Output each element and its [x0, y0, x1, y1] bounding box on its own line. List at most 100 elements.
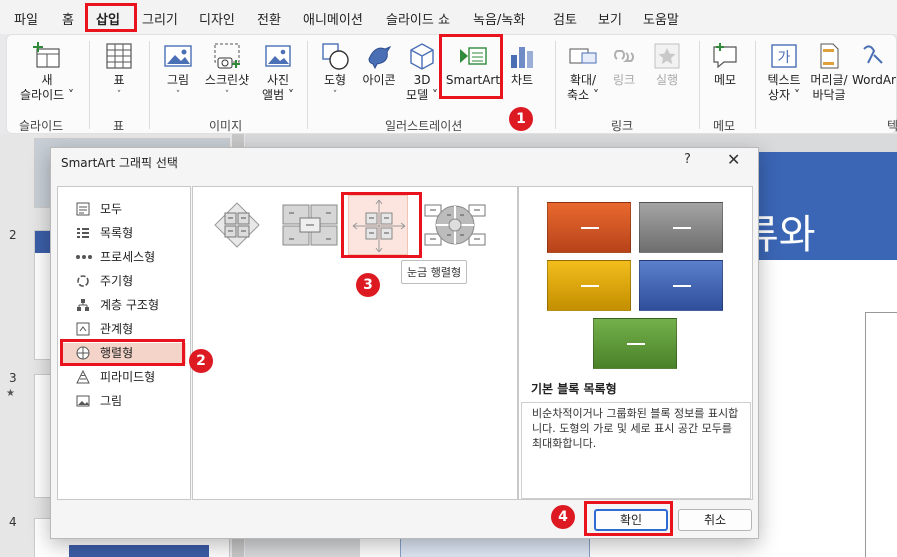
3d-models-label: 3D: [413, 73, 431, 87]
3d-models-button[interactable]: 3D 모델 ˅: [402, 41, 442, 103]
category-label: 모두: [100, 202, 123, 216]
category-matrix[interactable]: 행렬형: [62, 343, 186, 364]
separator: [699, 41, 700, 129]
cycle-icon: [77, 275, 89, 287]
menu-draw[interactable]: 그리기: [142, 9, 178, 28]
menu-review[interactable]: 검토: [553, 9, 577, 28]
table-button[interactable]: 표 ˅: [97, 41, 141, 103]
ribbon: 새 슬라이드 ˅ 표 ˅ 그림 ˅ 스크린샷 ˅ 사진 앨범 ˅ 도형 ˅ 아이…: [6, 34, 897, 134]
picture-category-icon: [76, 395, 90, 407]
preview-block: [593, 318, 677, 369]
matrix-icon: [76, 346, 90, 360]
chevron-down-icon: ˅: [175, 90, 181, 100]
step-badge-2: 2: [189, 349, 213, 373]
category-process[interactable]: 프로세스형: [62, 247, 186, 268]
textbox-label-2: 상자 ˅: [768, 88, 800, 102]
category-cycle[interactable]: 주기형: [62, 271, 186, 292]
smartart-button[interactable]: SmartArt: [443, 41, 503, 88]
grid-matrix-icon: [352, 199, 406, 253]
separator: [149, 41, 150, 129]
group-label-tables: 표: [113, 119, 125, 133]
chart-label: 차트: [510, 73, 534, 87]
menu-animations[interactable]: 애니메이션: [303, 9, 363, 28]
category-relationship[interactable]: 관계형: [62, 319, 186, 340]
screenshot-icon: [214, 43, 240, 69]
menu-insert[interactable]: 삽입: [96, 9, 120, 32]
relationship-icon: [76, 322, 90, 336]
category-pyramid[interactable]: 피라미드형: [62, 367, 186, 388]
zoom-button[interactable]: 확대/ 축소 ˅: [561, 41, 605, 103]
header-footer-icon: [820, 43, 839, 69]
chart-icon: [511, 47, 533, 68]
cancel-button[interactable]: 취소: [678, 509, 752, 531]
shapes-label: 도형: [323, 73, 347, 87]
svg-text:가: 가: [778, 50, 791, 66]
wordart-button[interactable]: WordAr: [852, 41, 896, 88]
link-button[interactable]: 링크: [607, 41, 641, 88]
new-slide-button[interactable]: 새 슬라이드 ˅: [17, 41, 77, 103]
category-label: 그림: [100, 394, 123, 408]
photo-album-button[interactable]: 사진 앨범 ˅: [255, 41, 301, 103]
menu-home[interactable]: 홈: [62, 9, 74, 28]
preview-block: [639, 202, 723, 253]
photo-album-label-2: 앨범 ˅: [262, 88, 294, 102]
group-label-links: 링크: [611, 119, 634, 133]
menu-slideshow[interactable]: 슬라이드 쇼: [386, 9, 450, 28]
action-button[interactable]: 실행: [649, 41, 685, 88]
shapes-button[interactable]: 도형 ˅: [315, 41, 355, 103]
preview-block: [639, 260, 723, 311]
new-slide-icon: [33, 42, 60, 68]
slide-content-box-2[interactable]: [865, 312, 897, 557]
menu-transitions[interactable]: 전환: [257, 9, 281, 28]
layout-gallery: 눈금 행렬형: [192, 186, 518, 500]
photo-album-label: 사진: [266, 73, 290, 87]
layout-cycle-matrix[interactable]: [423, 195, 487, 255]
close-button[interactable]: ✕: [727, 150, 740, 169]
screenshot-label: 스크린샷: [204, 73, 250, 87]
wordart-icon: [863, 45, 883, 64]
category-picture[interactable]: 그림: [62, 391, 186, 412]
step-badge-4: 4: [551, 505, 575, 529]
help-button[interactable]: ?: [684, 152, 691, 167]
layout-grid-matrix[interactable]: [348, 195, 408, 255]
group-label-illustrations: 일러스트레이션: [385, 119, 463, 133]
category-list-type[interactable]: 목록형: [62, 223, 186, 244]
list-icon: [77, 228, 89, 238]
menu-view[interactable]: 보기: [598, 9, 622, 28]
category-hierarchy[interactable]: 계층 구조형: [62, 295, 186, 316]
layout-basic-matrix[interactable]: [207, 195, 267, 255]
layout-titled-matrix[interactable]: [279, 195, 341, 255]
chart-button[interactable]: 차트: [507, 41, 537, 88]
textbox-label: 텍스트: [767, 73, 801, 87]
textbox-button[interactable]: 가 텍스트 상자 ˅: [761, 41, 807, 103]
shapes-icon: [322, 43, 349, 70]
chevron-down-icon: ˅: [332, 90, 338, 100]
basic-matrix-icon: [214, 202, 260, 248]
preview-layout-name: 기본 블록 목록형: [531, 382, 617, 396]
layout-tooltip: 눈금 행렬형: [401, 260, 468, 284]
menu-record[interactable]: 녹음/녹화: [473, 9, 525, 28]
picture-button[interactable]: 그림 ˅: [157, 41, 199, 103]
animation-star-icon: ★: [6, 388, 15, 399]
link-label: 링크: [612, 73, 636, 87]
table-icon: [106, 43, 132, 69]
category-label: 계층 구조형: [100, 298, 160, 312]
menu-design[interactable]: 디자인: [199, 9, 235, 28]
menu-help[interactable]: 도움말: [643, 9, 679, 28]
comment-button[interactable]: 메모: [705, 41, 745, 88]
icons-button[interactable]: 아이콘: [359, 41, 399, 88]
group-label-images: 이미지: [209, 119, 243, 133]
header-footer-label: 머리글/: [810, 73, 848, 87]
screenshot-button[interactable]: 스크린샷 ˅: [201, 41, 253, 103]
category-all[interactable]: 모두: [62, 199, 186, 220]
chevron-down-icon: ˅: [224, 90, 230, 100]
header-footer-button[interactable]: 머리글/ 바닥글: [807, 41, 851, 103]
star-icon: [654, 43, 680, 69]
wordart-label: WordAr: [852, 73, 896, 87]
icons-label: 아이콘: [362, 73, 396, 87]
chevron-down-icon: ˅: [116, 90, 122, 100]
ok-button[interactable]: 확인: [594, 509, 668, 531]
menu-file[interactable]: 파일: [14, 9, 38, 28]
header-footer-label-2: 바닥글: [812, 88, 846, 102]
category-label: 행렬형: [100, 346, 134, 360]
